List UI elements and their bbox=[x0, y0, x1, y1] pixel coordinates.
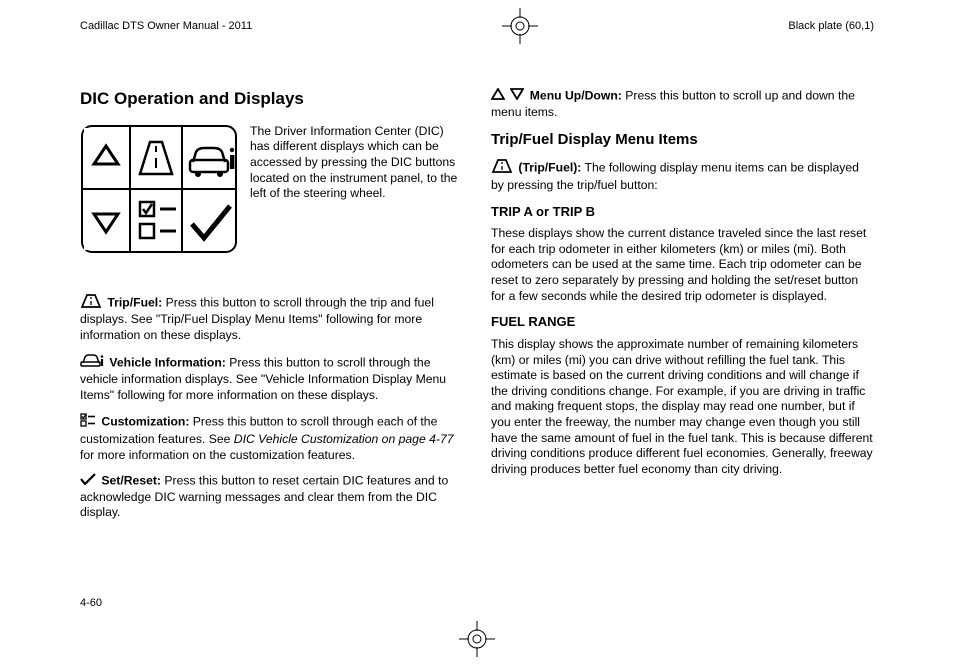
road-icon bbox=[80, 294, 102, 313]
chevron-down-icon bbox=[510, 88, 524, 105]
chevron-up-icon bbox=[491, 88, 505, 105]
custom-text-ref: DIC Vehicle Customization on page 4-77 bbox=[234, 432, 454, 446]
header-left: Cadillac DTS Owner Manual - 2011 bbox=[80, 19, 252, 33]
road-icon-2 bbox=[491, 159, 513, 178]
page-number: 4-60 bbox=[80, 596, 102, 610]
vehicle-label: Vehicle Information: bbox=[109, 355, 225, 369]
tripfuel-menu-heading: Trip/Fuel Display Menu Items bbox=[491, 130, 874, 149]
crop-mark-bottom bbox=[459, 621, 495, 662]
set-label: Set/Reset: bbox=[101, 474, 161, 488]
car-info-icon bbox=[80, 354, 104, 373]
vehicle-info-paragraph: Vehicle Information: Press this button t… bbox=[80, 354, 463, 404]
checkmark-icon bbox=[80, 473, 96, 490]
fuelrange-text: This display shows the approximate numbe… bbox=[491, 337, 874, 477]
left-column: DIC Operation and Displays bbox=[80, 88, 463, 531]
dic-operation-heading: DIC Operation and Displays bbox=[80, 88, 463, 110]
tripfuel-menu-paragraph: (Trip/Fuel): The following display menu … bbox=[491, 159, 874, 193]
header-right: Black plate (60,1) bbox=[788, 19, 874, 33]
custom-label: Customization: bbox=[101, 415, 189, 429]
setreset-paragraph: Set/Reset: Press this button to reset ce… bbox=[80, 473, 463, 521]
right-column: Menu Up/Down: Press this button to scrol… bbox=[491, 88, 874, 531]
tripfuel-paragraph: Trip/Fuel: Press this button to scroll t… bbox=[80, 294, 463, 344]
custom-text-b: for more information on the customizatio… bbox=[80, 448, 355, 462]
customization-paragraph: Customization: Press this button to scro… bbox=[80, 413, 463, 463]
checklist-icon bbox=[80, 413, 96, 432]
crop-mark-top bbox=[502, 8, 538, 44]
menu-label: Menu Up/Down: bbox=[530, 89, 622, 103]
tripfuel-label-2: (Trip/Fuel): bbox=[518, 161, 581, 175]
page-header: Cadillac DTS Owner Manual - 2011 Black p… bbox=[0, 0, 954, 48]
dic-buttons-illustration bbox=[80, 124, 238, 254]
tripab-heading: TRIP A or TRIP B bbox=[491, 204, 874, 221]
menu-updown-paragraph: Menu Up/Down: Press this button to scrol… bbox=[491, 88, 874, 120]
tripfuel-label: Trip/Fuel: bbox=[107, 295, 162, 309]
content-area: DIC Operation and Displays bbox=[0, 48, 954, 541]
tripab-text: These displays show the current distance… bbox=[491, 226, 874, 304]
fuelrange-heading: FUEL RANGE bbox=[491, 314, 874, 331]
